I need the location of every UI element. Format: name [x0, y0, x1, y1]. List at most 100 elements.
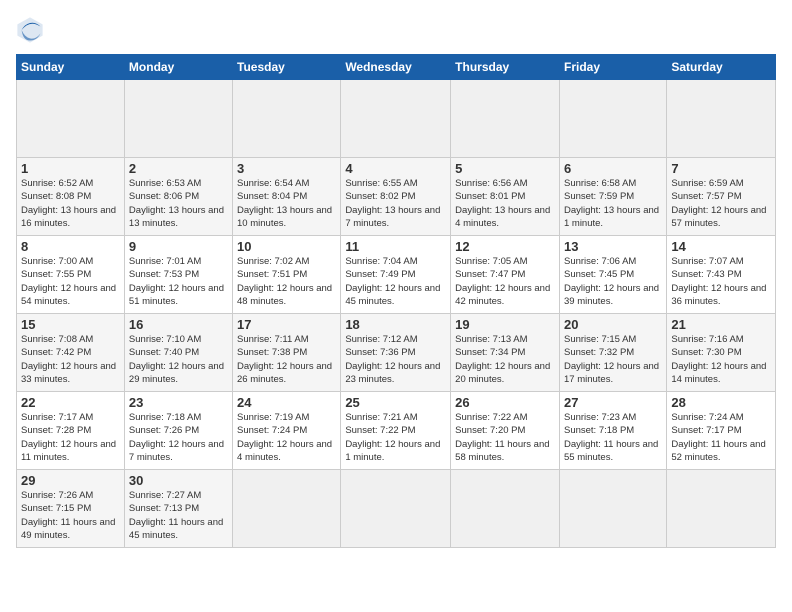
- table-cell: 9 Sunrise: 7:01 AM Sunset: 7:53 PM Dayli…: [124, 236, 232, 314]
- sunrise-label: Sunrise: 7:15 AM: [564, 334, 636, 345]
- daylight-label: Daylight: 13 hours and 1 minute.: [564, 205, 659, 229]
- day-number: 8: [21, 239, 120, 254]
- table-cell: 23 Sunrise: 7:18 AM Sunset: 7:26 PM Dayl…: [124, 392, 232, 470]
- daylight-label: Daylight: 12 hours and 14 minutes.: [671, 361, 766, 385]
- sunset-label: Sunset: 7:28 PM: [21, 425, 91, 436]
- daylight-label: Daylight: 12 hours and 4 minutes.: [237, 439, 332, 463]
- sunrise-label: Sunrise: 7:26 AM: [21, 490, 93, 501]
- col-wednesday: Wednesday: [341, 55, 451, 80]
- daylight-label: Daylight: 11 hours and 52 minutes.: [671, 439, 765, 463]
- daylight-label: Daylight: 12 hours and 42 minutes.: [455, 283, 550, 307]
- table-cell: 30 Sunrise: 7:27 AM Sunset: 7:13 PM Dayl…: [124, 470, 232, 548]
- sunset-label: Sunset: 7:45 PM: [564, 269, 634, 280]
- day-info: Sunrise: 6:59 AM Sunset: 7:57 PM Dayligh…: [671, 177, 771, 230]
- sunset-label: Sunset: 7:15 PM: [21, 503, 91, 514]
- day-info: Sunrise: 7:26 AM Sunset: 7:15 PM Dayligh…: [21, 489, 120, 542]
- sunset-label: Sunset: 8:02 PM: [345, 191, 415, 202]
- table-cell: [233, 80, 341, 158]
- sunrise-label: Sunrise: 7:23 AM: [564, 412, 636, 423]
- sunrise-label: Sunrise: 6:53 AM: [129, 178, 201, 189]
- day-info: Sunrise: 7:08 AM Sunset: 7:42 PM Dayligh…: [21, 333, 120, 386]
- sunrise-label: Sunrise: 7:07 AM: [671, 256, 743, 267]
- sunrise-label: Sunrise: 7:18 AM: [129, 412, 201, 423]
- daylight-label: Daylight: 12 hours and 7 minutes.: [129, 439, 224, 463]
- day-number: 21: [671, 317, 771, 332]
- sunrise-label: Sunrise: 7:02 AM: [237, 256, 309, 267]
- sunrise-label: Sunrise: 7:04 AM: [345, 256, 417, 267]
- sunrise-label: Sunrise: 7:10 AM: [129, 334, 201, 345]
- day-number: 24: [237, 395, 336, 410]
- day-number: 19: [455, 317, 555, 332]
- sunset-label: Sunset: 7:22 PM: [345, 425, 415, 436]
- daylight-label: Daylight: 12 hours and 20 minutes.: [455, 361, 550, 385]
- sunrise-label: Sunrise: 7:01 AM: [129, 256, 201, 267]
- table-cell: 4 Sunrise: 6:55 AM Sunset: 8:02 PM Dayli…: [341, 158, 451, 236]
- sunset-label: Sunset: 7:18 PM: [564, 425, 634, 436]
- daylight-label: Daylight: 12 hours and 1 minute.: [345, 439, 440, 463]
- day-number: 25: [345, 395, 446, 410]
- calendar-week-row: 29 Sunrise: 7:26 AM Sunset: 7:15 PM Dayl…: [17, 470, 776, 548]
- sunset-label: Sunset: 7:24 PM: [237, 425, 307, 436]
- col-sunday: Sunday: [17, 55, 125, 80]
- day-number: 14: [671, 239, 771, 254]
- day-number: 28: [671, 395, 771, 410]
- logo-icon: [16, 16, 44, 44]
- table-cell: 22 Sunrise: 7:17 AM Sunset: 7:28 PM Dayl…: [17, 392, 125, 470]
- day-info: Sunrise: 7:17 AM Sunset: 7:28 PM Dayligh…: [21, 411, 120, 464]
- table-cell: 25 Sunrise: 7:21 AM Sunset: 7:22 PM Dayl…: [341, 392, 451, 470]
- table-cell: [667, 80, 776, 158]
- table-cell: [233, 470, 341, 548]
- table-cell: 18 Sunrise: 7:12 AM Sunset: 7:36 PM Dayl…: [341, 314, 451, 392]
- sunset-label: Sunset: 8:04 PM: [237, 191, 307, 202]
- sunset-label: Sunset: 7:13 PM: [129, 503, 199, 514]
- sunrise-label: Sunrise: 7:21 AM: [345, 412, 417, 423]
- day-number: 13: [564, 239, 662, 254]
- table-cell: 14 Sunrise: 7:07 AM Sunset: 7:43 PM Dayl…: [667, 236, 776, 314]
- table-cell: 12 Sunrise: 7:05 AM Sunset: 7:47 PM Dayl…: [451, 236, 560, 314]
- sunset-label: Sunset: 7:42 PM: [21, 347, 91, 358]
- col-monday: Monday: [124, 55, 232, 80]
- sunrise-label: Sunrise: 7:00 AM: [21, 256, 93, 267]
- day-number: 6: [564, 161, 662, 176]
- daylight-label: Daylight: 13 hours and 10 minutes.: [237, 205, 332, 229]
- sunset-label: Sunset: 8:08 PM: [21, 191, 91, 202]
- table-cell: 29 Sunrise: 7:26 AM Sunset: 7:15 PM Dayl…: [17, 470, 125, 548]
- table-cell: [124, 80, 232, 158]
- day-info: Sunrise: 7:04 AM Sunset: 7:49 PM Dayligh…: [345, 255, 446, 308]
- sunrise-label: Sunrise: 7:08 AM: [21, 334, 93, 345]
- day-info: Sunrise: 7:12 AM Sunset: 7:36 PM Dayligh…: [345, 333, 446, 386]
- day-number: 22: [21, 395, 120, 410]
- table-cell: 28 Sunrise: 7:24 AM Sunset: 7:17 PM Dayl…: [667, 392, 776, 470]
- calendar-week-row: 22 Sunrise: 7:17 AM Sunset: 7:28 PM Dayl…: [17, 392, 776, 470]
- sunset-label: Sunset: 7:47 PM: [455, 269, 525, 280]
- daylight-label: Daylight: 12 hours and 45 minutes.: [345, 283, 440, 307]
- sunrise-label: Sunrise: 6:54 AM: [237, 178, 309, 189]
- sunrise-label: Sunrise: 7:12 AM: [345, 334, 417, 345]
- sunset-label: Sunset: 7:51 PM: [237, 269, 307, 280]
- table-cell: 3 Sunrise: 6:54 AM Sunset: 8:04 PM Dayli…: [233, 158, 341, 236]
- sunrise-label: Sunrise: 6:59 AM: [671, 178, 743, 189]
- daylight-label: Daylight: 11 hours and 55 minutes.: [564, 439, 658, 463]
- daylight-label: Daylight: 11 hours and 49 minutes.: [21, 517, 115, 541]
- day-info: Sunrise: 7:10 AM Sunset: 7:40 PM Dayligh…: [129, 333, 228, 386]
- table-cell: 20 Sunrise: 7:15 AM Sunset: 7:32 PM Dayl…: [559, 314, 666, 392]
- table-cell: 6 Sunrise: 6:58 AM Sunset: 7:59 PM Dayli…: [559, 158, 666, 236]
- day-info: Sunrise: 7:21 AM Sunset: 7:22 PM Dayligh…: [345, 411, 446, 464]
- sunset-label: Sunset: 8:01 PM: [455, 191, 525, 202]
- sunset-label: Sunset: 7:55 PM: [21, 269, 91, 280]
- sunrise-label: Sunrise: 6:55 AM: [345, 178, 417, 189]
- table-cell: 2 Sunrise: 6:53 AM Sunset: 8:06 PM Dayli…: [124, 158, 232, 236]
- table-cell: [341, 80, 451, 158]
- sunset-label: Sunset: 7:57 PM: [671, 191, 741, 202]
- daylight-label: Daylight: 13 hours and 16 minutes.: [21, 205, 116, 229]
- daylight-label: Daylight: 12 hours and 57 minutes.: [671, 205, 766, 229]
- sunrise-label: Sunrise: 6:58 AM: [564, 178, 636, 189]
- day-info: Sunrise: 7:00 AM Sunset: 7:55 PM Dayligh…: [21, 255, 120, 308]
- daylight-label: Daylight: 12 hours and 36 minutes.: [671, 283, 766, 307]
- daylight-label: Daylight: 12 hours and 17 minutes.: [564, 361, 659, 385]
- daylight-label: Daylight: 12 hours and 29 minutes.: [129, 361, 224, 385]
- calendar-week-row: 1 Sunrise: 6:52 AM Sunset: 8:08 PM Dayli…: [17, 158, 776, 236]
- sunset-label: Sunset: 7:20 PM: [455, 425, 525, 436]
- page: Sunday Monday Tuesday Wednesday Thursday…: [0, 0, 792, 612]
- table-cell: 8 Sunrise: 7:00 AM Sunset: 7:55 PM Dayli…: [17, 236, 125, 314]
